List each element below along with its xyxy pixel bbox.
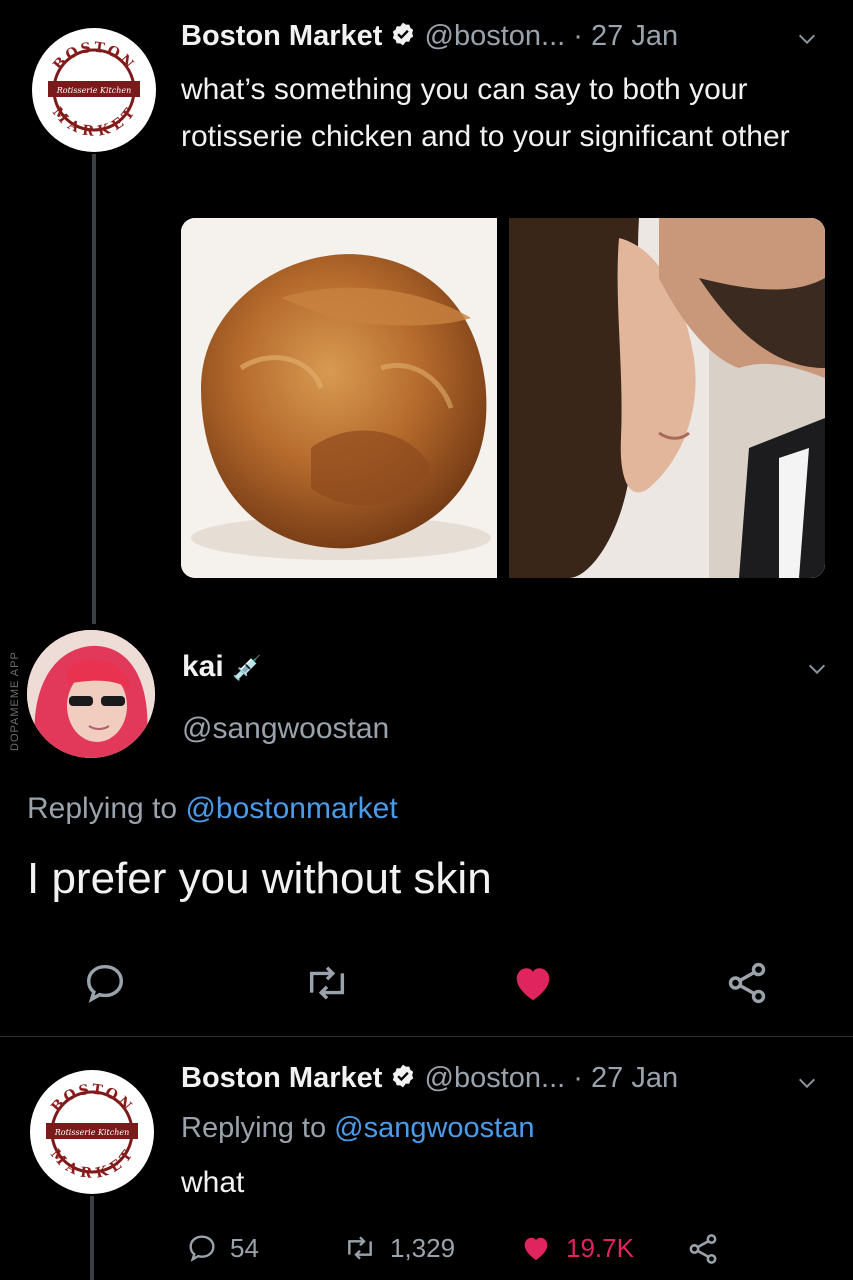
replying-to-label: Replying to: [27, 792, 178, 825]
chevron-down-icon[interactable]: [806, 658, 828, 680]
kai-avatar-photo: [27, 630, 155, 758]
reply-action[interactable]: 54: [186, 1232, 259, 1264]
tweet-text: what: [181, 1166, 245, 1199]
kai-name[interactable]: kai: [182, 650, 224, 683]
share-icon[interactable]: [724, 960, 770, 1006]
retweet-icon[interactable]: [302, 960, 352, 1006]
tweet-boston-market[interactable]: BOSTON Rotisserie Kitchen MARKET Boston …: [0, 0, 853, 624]
boston-market-avatar[interactable]: BOSTON Rotisserie Kitchen MARKET: [32, 28, 156, 152]
reply-header: kai 💉: [182, 650, 262, 684]
thread-line: [92, 154, 96, 624]
reply-text: I prefer you without skin: [27, 854, 492, 903]
boston-market-logo: BOSTON Rotisserie Kitchen MARKET: [46, 1082, 138, 1182]
kai-handle[interactable]: @sangwoostan: [182, 712, 389, 746]
chevron-down-icon[interactable]: [796, 1072, 818, 1094]
reply-count: 54: [230, 1232, 259, 1263]
boston-market-logo: BOSTON Rotisserie Kitchen MARKET: [48, 40, 140, 140]
replying-to-mention[interactable]: @bostonmarket: [185, 792, 397, 825]
thread-line: [90, 1196, 94, 1280]
watermark-dopameme: DOPAMEME APP: [9, 651, 21, 751]
author-handle[interactable]: @boston...: [425, 20, 566, 52]
replying-to-label: Replying to: [181, 1112, 327, 1144]
author-name[interactable]: Boston Market: [181, 1062, 382, 1094]
replying-to-mention[interactable]: @sangwoostan: [334, 1112, 534, 1144]
verified-badge-icon: [393, 22, 414, 46]
retweet-icon: [348, 1236, 372, 1260]
couple-photo: [509, 218, 825, 578]
media-image-chicken[interactable]: [181, 218, 497, 578]
reply-tweet-kai[interactable]: DOPAMEME APP kai 💉 @sangwoostan Replying…: [0, 620, 853, 1040]
retweet-action[interactable]: 1,329: [342, 1232, 455, 1264]
tweet-boston-market-reply[interactable]: BOSTON Rotisserie Kitchen MARKET Boston …: [0, 1040, 853, 1280]
tweet-date[interactable]: · 27 Jan: [573, 1062, 678, 1094]
svg-text:Rotisserie Kitchen: Rotisserie Kitchen: [56, 86, 132, 95]
syringe-emoji: 💉: [232, 655, 262, 682]
like-count: 19.7K: [566, 1232, 634, 1263]
like-action[interactable]: 19.7K: [518, 1232, 634, 1264]
like-heart-icon: [524, 1237, 548, 1260]
tweet-text: what’s something you can say to both you…: [181, 73, 790, 153]
author-name[interactable]: Boston Market: [181, 20, 382, 52]
kai-avatar[interactable]: [27, 630, 155, 758]
replying-to-line: Replying to @sangwoostan: [181, 1112, 535, 1145]
verified-badge-icon: [393, 1064, 414, 1088]
roast-chicken-photo: [181, 218, 497, 578]
like-heart-icon[interactable]: [510, 960, 556, 1006]
author-handle[interactable]: @boston...: [425, 1062, 566, 1094]
divider: [0, 1036, 853, 1037]
share-icon[interactable]: [686, 1232, 720, 1266]
svg-text:Rotisserie Kitchen: Rotisserie Kitchen: [54, 1128, 130, 1137]
reply-icon[interactable]: [82, 960, 128, 1006]
tweet-date[interactable]: · 27 Jan: [573, 20, 678, 52]
boston-market-avatar[interactable]: BOSTON Rotisserie Kitchen MARKET: [30, 1070, 154, 1194]
tweet-header: Boston Market @boston... · 27 Jan: [181, 20, 821, 60]
tweet-header: Boston Market @boston... · 27 Jan: [181, 1062, 821, 1095]
replying-to-line: Replying to @bostonmarket: [27, 792, 398, 826]
reply-icon: [189, 1235, 215, 1262]
chevron-down-icon[interactable]: [796, 28, 818, 50]
media-image-couple[interactable]: [509, 218, 825, 578]
retweet-count: 1,329: [390, 1232, 456, 1263]
